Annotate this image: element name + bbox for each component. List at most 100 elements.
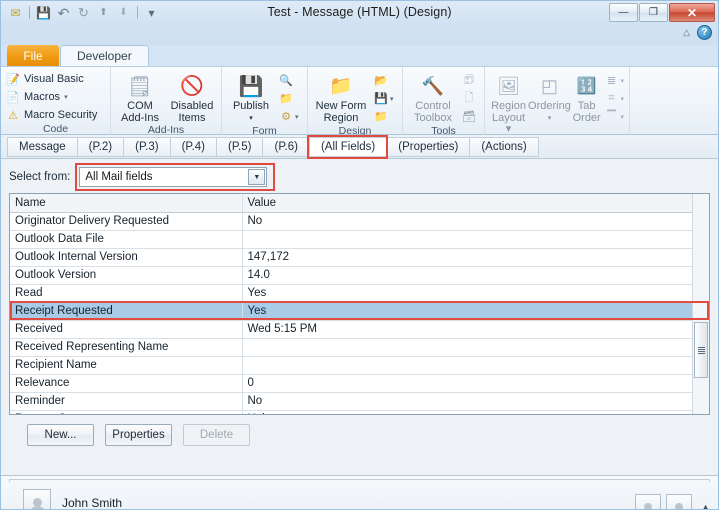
field-name: Outlook Version [10,266,242,285]
design-this-form-button[interactable]: 🔍 [279,72,299,89]
ribbon-help-bar: △ ? [683,25,712,40]
tab-developer[interactable]: Developer [60,45,149,66]
maximize-button[interactable]: ❐ [639,3,668,22]
status-divider [9,479,710,482]
field-value: Yes [241,284,692,303]
group-chevron-down-icon[interactable]: ▾ [620,95,624,103]
field-name: Recipient Name [10,356,242,375]
size-icon: ▔ [607,111,616,123]
property-sheet-button[interactable]: 🗊 [462,72,476,89]
page-tab-p4[interactable]: (P.4) [169,136,217,157]
properties-button[interactable]: Properties [105,424,172,446]
select-from-dropdown[interactable]: All Mail fields ▼ [79,167,268,187]
table-row-selected[interactable]: Receipt Requested Yes [10,302,692,321]
disabled-items-icon: 🚫 [180,76,204,97]
avatar-contact-2[interactable] [666,494,693,509]
field-name: Relevance [10,374,242,393]
select-from-label: Select from: [9,171,71,183]
field-value: 0 [241,374,692,393]
region-layout-label-line2: Layout ▾ [492,111,526,135]
page-tab-p3[interactable]: (P.3) [123,136,170,157]
disabled-items-button[interactable]: 🚫 Disabled Items [168,70,216,124]
group-button[interactable]: ⌗ ▾ [604,90,624,107]
region-layout-button[interactable]: 🖼 Region Layout ▾ [490,70,527,136]
field-value [241,230,692,249]
table-row[interactable]: Originator Delivery Requested No [10,212,692,231]
table-row[interactable]: Recipient Name [10,356,692,375]
page-tab-message[interactable]: Message [7,136,77,157]
publish-button[interactable]: 💾 Publish ▾ [227,70,275,124]
group-icon: ⌗ [608,92,615,104]
macros-button[interactable]: 📄 Macros ▾ [6,89,97,105]
field-action-buttons: New... Properties Delete [9,424,710,446]
macros-label: Macros [24,91,61,103]
avatar-contact-1[interactable] [635,494,662,509]
table-row[interactable]: Received Representing Name [10,338,692,357]
new-form-region-button[interactable]: 📁 New Form Region [313,70,369,124]
tab-order-button[interactable]: 🔢 Tab Order [572,70,602,124]
tab-order-icon: 🔢 [576,78,597,95]
ordering-chevron-down-icon[interactable]: ▾ [548,113,552,125]
table-row[interactable]: Received Wed 5:15 PM [10,320,692,339]
size-button[interactable]: ▔ ▾ [604,108,624,125]
tab-order-label-line1: Tab [577,100,596,112]
table-row[interactable]: Reminder No [10,392,692,411]
page-tab-actions[interactable]: (Actions) [469,136,539,157]
table-row[interactable]: Outlook Version 14.0 [10,266,692,285]
design-this-form-icon: 🔍 [279,75,293,87]
form-region-settings-chevron-down-icon[interactable]: ▾ [295,113,299,121]
field-value: Unknown [241,410,692,414]
page-tab-p5[interactable]: (P.5) [216,136,263,157]
close-button[interactable]: ✕ [669,3,715,22]
grid-vertical-scrollbar[interactable] [692,194,709,414]
advanced-properties-icon: 🗋 [464,92,474,104]
visual-basic-button[interactable]: 📝 Visual Basic [6,71,97,87]
select-from-value: All Mail fields [85,171,153,183]
minimize-button[interactable]: — [609,3,638,22]
open-form-region-button[interactable]: 📂 [374,72,394,89]
view-code-button[interactable]: 📁 [279,90,299,107]
new-button[interactable]: New... [27,424,94,446]
ribbon-tab-strip: File Developer [1,45,718,66]
table-row[interactable]: Read Yes [10,284,692,303]
align-button[interactable]: ≣ ▾ [604,72,624,89]
expand-people-pane-icon[interactable]: ▲ [701,502,710,509]
sender-info: John Smith [9,483,710,509]
help-icon[interactable]: ? [697,25,712,40]
collapse-ribbon-icon[interactable]: △ [683,27,690,38]
page-tab-p2[interactable]: (P.2) [76,136,124,157]
ribbon: 📝 Visual Basic 📄 Macros ▾ ⚠ Macro Securi… [1,66,718,148]
advanced-properties-button[interactable]: 🗋 [462,90,476,107]
table-row[interactable]: Outlook Internal Version 147,172 [10,248,692,267]
column-header-name[interactable]: Name [10,194,242,213]
save-form-region-button[interactable]: 💾 ▾ [374,90,394,107]
page-tab-p6[interactable]: (P.6) [262,136,309,157]
macros-chevron-down-icon[interactable]: ▾ [64,93,68,101]
publish-chevron-down-icon[interactable]: ▾ [249,113,253,125]
people-pane-avatars: ▲ [635,494,710,509]
chevron-down-icon[interactable]: ▼ [248,169,266,185]
table-row[interactable]: Outlook Data File [10,230,692,249]
column-header-value[interactable]: Value [241,194,692,213]
align-chevron-down-icon[interactable]: ▾ [620,77,624,85]
tab-file[interactable]: File [7,45,59,66]
page-tab-all-fields[interactable]: (All Fields) [306,134,389,159]
ordering-button[interactable]: ◰ Ordering ▾ [528,70,571,124]
com-addins-button[interactable]: 🗒 COM Add-Ins [116,70,164,124]
scrollbar-thumb[interactable] [694,322,708,378]
macro-security-label: Macro Security [24,109,98,121]
select-from-combo-wrap: All Mail fields ▼ [75,163,276,191]
macro-security-button[interactable]: ⚠ Macro Security [6,107,97,123]
close-form-region-button[interactable]: 📁 [374,108,394,125]
size-chevron-down-icon[interactable]: ▾ [620,113,624,121]
page-tab-properties[interactable]: (Properties) [386,136,470,157]
table-row[interactable]: Relevance 0 [10,374,692,393]
fields-grid-body: Name Value Originator Delivery Requested… [10,194,692,414]
macro-security-icon: ⚠ [8,109,18,122]
all-fields-pane: Select from: All Mail fields ▼ Name Valu… [1,159,718,475]
table-row[interactable]: Remote Status Unknown [10,410,692,414]
form-region-settings-button[interactable]: ⚙ ▾ [279,108,299,125]
field-chooser-button[interactable]: 🗃 [462,108,476,125]
save-form-region-chevron-down-icon[interactable]: ▾ [390,95,394,103]
control-toolbox-button[interactable]: 🔨 Control Toolbox [408,70,458,124]
